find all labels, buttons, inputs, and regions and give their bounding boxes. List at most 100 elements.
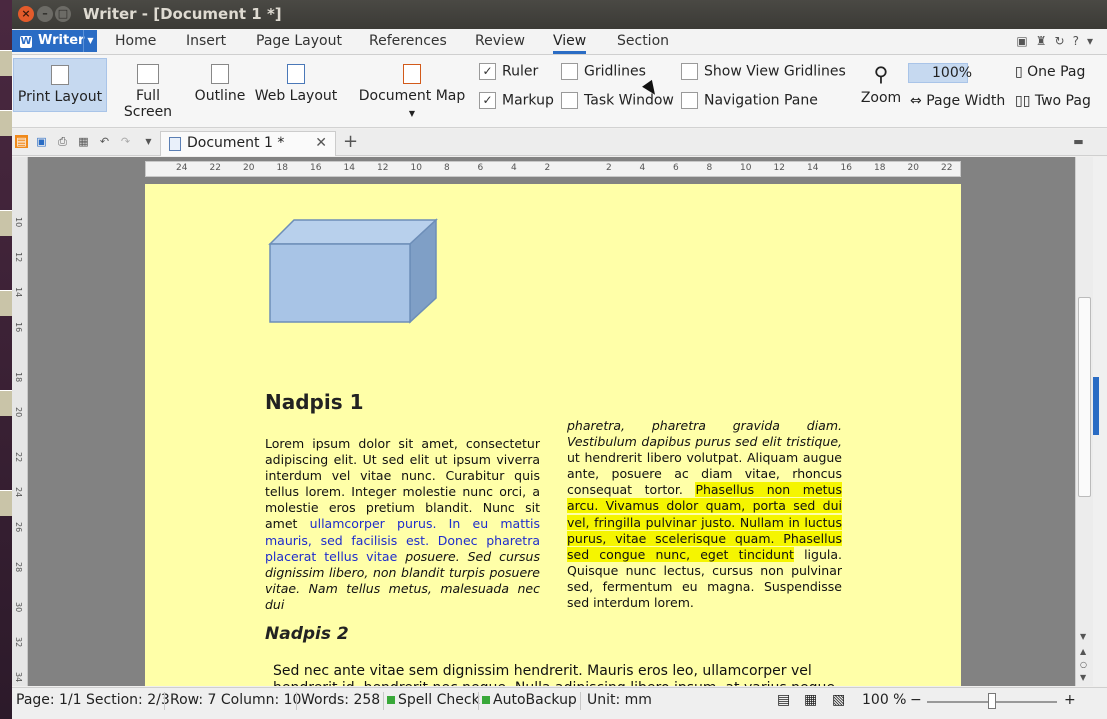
document-tab[interactable]: Document 1 * ✕	[160, 131, 336, 156]
chevron-down-icon[interactable]: ▾	[1087, 34, 1101, 48]
full-screen-button[interactable]: Full Screen	[110, 58, 186, 120]
hruler-tick: 2	[544, 163, 551, 173]
page-width-button[interactable]: ⇔ Page Width	[910, 93, 1005, 109]
document-page[interactable]: Nadpis 1 Lorem ipsum dolor sit amet, con…	[145, 184, 961, 686]
zoom-button[interactable]: ⚲ Zoom	[857, 58, 905, 112]
print-layout-label: Print Layout	[17, 89, 103, 105]
full-screen-label: Full Screen	[123, 88, 173, 120]
checkbox-box	[681, 63, 698, 80]
print-layout-view-icon[interactable]: ▤	[777, 692, 790, 708]
document-tab-title: Document 1 *	[187, 135, 285, 151]
save-icon[interactable]: ▣	[35, 135, 48, 148]
redo-icon[interactable]: ↷	[119, 135, 132, 148]
autobackup-status[interactable]: AutoBackup	[482, 692, 577, 708]
outline-view-icon[interactable]: ▦	[804, 692, 817, 708]
close-window-button[interactable]: ×	[18, 6, 34, 22]
two-pages-icon: ▯▯	[1015, 93, 1035, 109]
tab-page-layout[interactable]: Page Layout	[256, 33, 342, 49]
vruler-tick: 14	[14, 287, 23, 298]
vertical-ruler[interactable]: 10 12 14 16 18 20 22 24 26 28 30 32 34	[12, 157, 28, 686]
two-pages-button[interactable]: ▯▯ Two Pag	[1015, 93, 1091, 109]
tab-review[interactable]: Review	[475, 33, 525, 49]
vruler-tick: 10	[14, 217, 23, 228]
desktop-thumbnail	[0, 50, 12, 76]
print-preview-icon[interactable]: ▦	[77, 135, 90, 148]
open-icon[interactable]: ▤	[15, 135, 28, 148]
horizontal-ruler[interactable]: 24 22 20 18 16 14 12 10 8 6 4 2 2 4 6 8 10 12 14 16 18 20 22	[145, 161, 961, 177]
print-layout-button[interactable]: Print Layout	[13, 58, 107, 112]
chevron-down-icon[interactable]: ▼	[142, 135, 155, 148]
help-icon[interactable]: ?	[1073, 34, 1087, 48]
hruler-tick: 8	[706, 163, 713, 173]
app-window: × – □ Writer - [Document 1 *] W Writer ▼ …	[0, 0, 1107, 719]
desktop-thumbnail	[0, 390, 12, 416]
ruler-checkbox[interactable]: ✓ Ruler	[479, 63, 538, 80]
markup-checkbox[interactable]: ✓ Markup	[479, 92, 554, 109]
zoom-100-button[interactable]: 100%	[908, 63, 972, 83]
new-tab-button[interactable]: +	[343, 131, 358, 152]
zoom-out-icon[interactable]: −	[910, 692, 922, 708]
markup-label: Markup	[502, 92, 554, 109]
heading-1: Nadpis 1	[265, 390, 364, 414]
zoom-slider-knob[interactable]	[988, 693, 996, 709]
browse-object-icon[interactable]: ○	[1080, 660, 1087, 669]
sync-icon[interactable]: ↻	[1055, 34, 1073, 48]
page-section-status: Page: 1/1 Section: 2/3	[16, 692, 170, 708]
tab-insert[interactable]: Insert	[186, 33, 226, 49]
hruler-tick: 16	[840, 163, 852, 173]
show-view-gridlines-checkbox[interactable]: Show View Gridlines	[681, 63, 846, 80]
close-tab-icon[interactable]: ✕	[315, 132, 327, 155]
spell-check-label: Spell Check	[398, 692, 480, 708]
view-ribbon: Print Layout Full Screen Outline Web Lay…	[12, 55, 1107, 128]
navigation-pane-checkbox[interactable]: Navigation Pane	[681, 92, 818, 109]
task-window-checkbox[interactable]: Task Window	[561, 92, 674, 109]
hruler-tick: 14	[343, 163, 355, 173]
scroll-down-icon[interactable]: ▼	[1080, 632, 1086, 641]
zoom-percent-status[interactable]: 100 %	[862, 692, 906, 708]
chevron-down-icon[interactable]: ▼	[83, 30, 97, 52]
tab-references[interactable]: References	[369, 33, 447, 49]
gridlines-checkbox[interactable]: Gridlines	[561, 63, 646, 80]
word-count-status[interactable]: Words: 258	[301, 692, 380, 708]
prev-page-icon[interactable]: ▲	[1080, 647, 1086, 656]
zoom-in-icon[interactable]: +	[1064, 692, 1076, 708]
column-1-text[interactable]: Lorem ipsum dolor sit amet, consectetur …	[265, 436, 540, 613]
web-view-icon[interactable]: ▧	[832, 692, 845, 708]
column-2-text[interactable]: pharetra, pharetra gravida diam. Vestibu…	[567, 418, 842, 611]
hruler-tick: 2	[606, 163, 612, 173]
writer-app-menu-button[interactable]: W Writer ▼	[12, 30, 97, 52]
next-page-icon[interactable]: ▼	[1080, 673, 1086, 682]
spell-check-status[interactable]: Spell Check	[387, 692, 480, 708]
scrollbar-thumb[interactable]	[1078, 297, 1091, 497]
body-paragraph[interactable]: Sed nec ante vitae sem dignissim hendrer…	[273, 663, 843, 686]
task-window-label: Task Window	[584, 92, 674, 109]
hruler-tick: 14	[807, 163, 819, 173]
outline-button[interactable]: Outline	[192, 58, 248, 112]
chevron-down-icon: ▼	[408, 109, 416, 118]
minimize-window-button[interactable]: –	[37, 6, 53, 22]
hruler-tick: 8	[444, 163, 450, 173]
print-icon[interactable]: ⎙	[56, 135, 69, 148]
status-bar: Page: 1/1 Section: 2/3 Row: 7 Column: 10…	[12, 687, 1107, 719]
unit-status[interactable]: Unit: mm	[587, 692, 652, 708]
vertical-scrollbar[interactable]: ▼ ▲ ○ ▼	[1075, 157, 1093, 686]
outline-label: Outline	[194, 88, 246, 104]
maximize-window-button[interactable]: □	[55, 6, 71, 22]
shirt-icon[interactable]: ♜	[1036, 34, 1055, 48]
tab-section[interactable]: Section	[617, 33, 669, 49]
tab-view[interactable]: View	[553, 33, 587, 54]
hruler-tick: 18	[276, 163, 288, 173]
one-page-button[interactable]: ▯ One Pag	[1015, 64, 1085, 80]
skin-icon[interactable]: ▣	[1016, 34, 1035, 48]
document-map-icon	[403, 64, 421, 84]
document-map-button[interactable]: Document Map ▼	[356, 58, 468, 118]
spell-check-indicator-icon	[387, 696, 395, 704]
task-pane-handle[interactable]	[1093, 377, 1099, 435]
undo-icon[interactable]: ↶	[98, 135, 111, 148]
tab-options-icon[interactable]: ▬	[1072, 135, 1085, 148]
hruler-tick: 12	[773, 163, 785, 173]
task-pane-strip	[1093, 157, 1107, 686]
tab-home[interactable]: Home	[115, 33, 156, 49]
web-layout-button[interactable]: Web Layout	[254, 58, 338, 112]
cube-shape[interactable]	[268, 218, 438, 324]
